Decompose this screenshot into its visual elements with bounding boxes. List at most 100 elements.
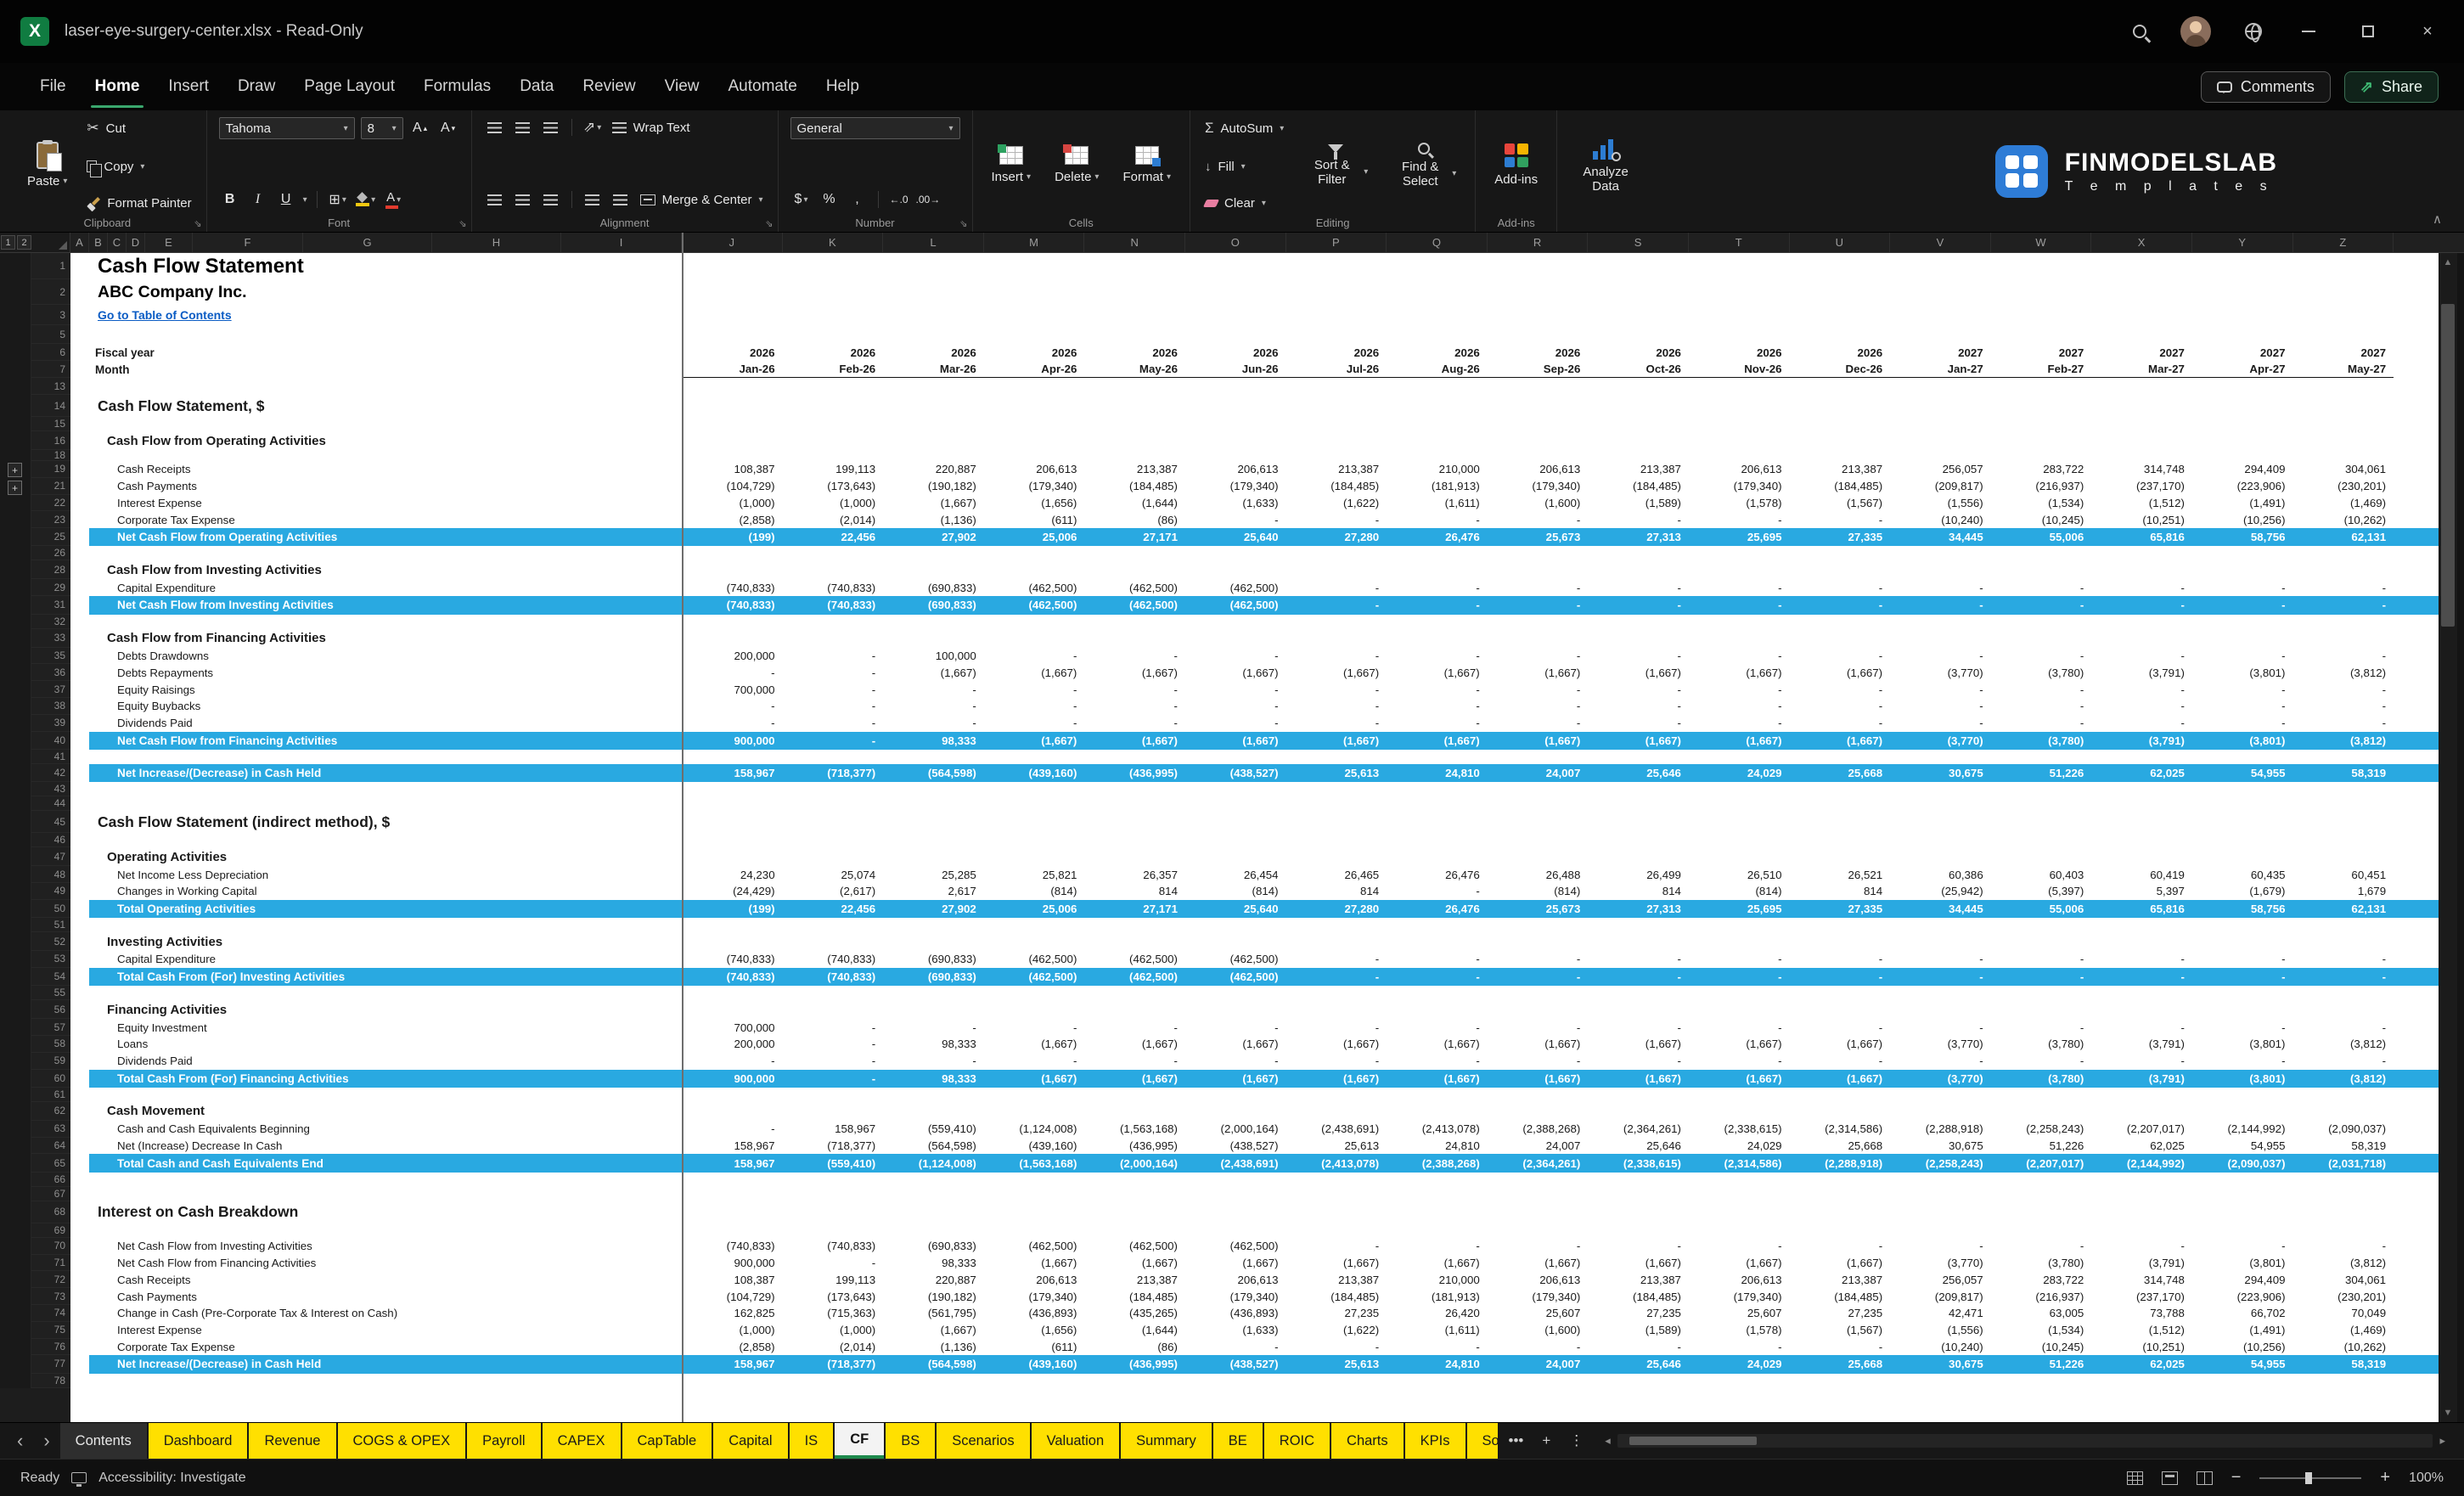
cell[interactable]: (199) — [682, 900, 783, 918]
cell[interactable]: Mar-27 — [2091, 361, 2192, 378]
cell[interactable]: 98,333 — [883, 1036, 984, 1053]
cell[interactable]: (184,485) — [1084, 478, 1185, 495]
cell[interactable]: (3,770) — [1890, 664, 1991, 681]
row-header-33[interactable]: 33 — [31, 629, 70, 648]
insert-cells-button[interactable]: Insert▾ — [985, 117, 1038, 213]
format-cells-button[interactable]: Format▾ — [1116, 117, 1178, 213]
cell[interactable] — [70, 1019, 89, 1036]
row-header-56[interactable]: 56 — [31, 1000, 70, 1019]
cell[interactable]: - — [2091, 579, 2192, 596]
cell[interactable]: 24,810 — [1387, 1138, 1488, 1155]
cell[interactable]: 58,319 — [2293, 1355, 2394, 1373]
cell[interactable]: (435,265) — [1084, 1305, 1185, 1322]
row-header-67[interactable]: 67 — [31, 1187, 70, 1201]
cell[interactable]: - — [1488, 579, 1589, 596]
column-header-W[interactable]: W — [1991, 233, 2092, 252]
cell[interactable]: (462,500) — [1185, 596, 1286, 614]
cell[interactable]: - — [1790, 1339, 1891, 1356]
tab-scroll-right-icon[interactable]: › — [33, 1423, 59, 1459]
cell[interactable]: (611) — [984, 511, 1085, 528]
cell[interactable]: 2027 — [2192, 344, 2293, 361]
cell[interactable]: - — [1286, 579, 1387, 596]
cell[interactable] — [70, 866, 89, 883]
column-header-L[interactable]: L — [883, 233, 984, 252]
row-label[interactable]: Total Cash From (For) Investing Activiti… — [89, 968, 682, 986]
cell[interactable] — [70, 1322, 89, 1339]
row-header-68[interactable]: 68 — [31, 1201, 70, 1223]
cell[interactable]: - — [1890, 648, 1991, 665]
cell[interactable]: - — [1588, 1238, 1689, 1255]
row-label[interactable]: Interest Expense — [89, 495, 682, 512]
cell[interactable]: 213,387 — [1588, 1271, 1689, 1288]
menu-tab-automate[interactable]: Automate — [713, 63, 811, 110]
cell[interactable]: - — [1488, 648, 1589, 665]
cell[interactable]: 2026 — [1790, 344, 1891, 361]
cell[interactable]: - — [682, 1053, 783, 1070]
cell[interactable]: (1,667) — [1790, 1036, 1891, 1053]
cell[interactable]: - — [1185, 648, 1286, 665]
cell[interactable]: 294,409 — [2192, 1271, 2293, 1288]
cell[interactable]: (814) — [1689, 883, 1790, 900]
cell[interactable]: 27,171 — [1084, 900, 1185, 918]
cell[interactable]: 2,617 — [883, 883, 984, 900]
cell[interactable]: 213,387 — [1588, 461, 1689, 478]
row-label[interactable] — [89, 450, 682, 461]
accessibility-status[interactable]: Accessibility: Investigate — [98, 1471, 245, 1486]
cell[interactable]: 2026 — [883, 344, 984, 361]
copy-button[interactable]: Copy▾ — [84, 159, 194, 175]
column-header-I[interactable]: I — [561, 233, 682, 252]
cell[interactable]: (718,377) — [783, 764, 884, 782]
cell[interactable]: 60,451 — [2293, 866, 2394, 883]
clear-button[interactable]: Clear▾ — [1202, 195, 1286, 211]
analyze-data-button[interactable]: Analyze Data — [1569, 117, 1642, 213]
cell[interactable]: 2026 — [1588, 344, 1689, 361]
cell[interactable]: - — [2293, 1019, 2394, 1036]
cell[interactable]: - — [1286, 715, 1387, 732]
cell[interactable] — [70, 1187, 89, 1201]
sheet-tab-capital[interactable]: Capital — [713, 1423, 787, 1459]
cell[interactable]: (1,667) — [984, 1070, 1085, 1088]
cell[interactable]: - — [1991, 681, 2092, 698]
cell[interactable]: 314,748 — [2091, 461, 2192, 478]
row-header-53[interactable]: 53 — [31, 951, 70, 968]
row-label[interactable]: Equity Investment — [89, 1019, 682, 1036]
cell[interactable]: (1,667) — [1286, 1036, 1387, 1053]
outline-level-2-button[interactable]: 2 — [17, 235, 31, 250]
cell[interactable] — [70, 560, 89, 579]
cell[interactable]: - — [682, 698, 783, 715]
wrap-text-button[interactable]: Wrap Text — [610, 120, 693, 136]
row-label[interactable] — [89, 750, 682, 764]
cell[interactable]: (438,527) — [1185, 764, 1286, 782]
cell[interactable]: May-27 — [2293, 361, 2394, 378]
cell[interactable]: (3,791) — [2091, 732, 2192, 750]
cell[interactable]: - — [783, 1070, 884, 1088]
cell[interactable]: (740,833) — [682, 579, 783, 596]
cell[interactable]: (1,124,008) — [883, 1154, 984, 1172]
sheet-tab-cogs-opex[interactable]: COGS & OPEX — [338, 1423, 466, 1459]
cell[interactable]: - — [2192, 968, 2293, 986]
cell[interactable]: - — [783, 648, 884, 665]
cell[interactable]: (2,258,243) — [1991, 1121, 2092, 1138]
row-label[interactable] — [89, 1173, 682, 1187]
row-header-62[interactable]: 62 — [31, 1102, 70, 1121]
cell[interactable]: 26,420 — [1387, 1305, 1488, 1322]
row-label[interactable]: Capital Expenditure — [89, 579, 682, 596]
cell[interactable]: - — [883, 1053, 984, 1070]
cell[interactable]: (1,667) — [1689, 1036, 1790, 1053]
cell[interactable]: (1,556) — [1890, 1322, 1991, 1339]
cell[interactable]: - — [1689, 951, 1790, 968]
cell[interactable]: (462,500) — [984, 579, 1085, 596]
cell[interactable]: 700,000 — [682, 681, 783, 698]
comma-format-button[interactable]: , — [847, 189, 869, 210]
cell[interactable]: (2,858) — [682, 511, 783, 528]
cell[interactable]: 65,816 — [2091, 900, 2192, 918]
sheet-tab-is[interactable]: IS — [790, 1423, 834, 1459]
cell[interactable]: (3,780) — [1991, 732, 2092, 750]
row-label[interactable]: Changes in Working Capital — [89, 883, 682, 900]
cell[interactable]: - — [2293, 951, 2394, 968]
cell[interactable] — [70, 279, 89, 305]
cell[interactable]: (179,340) — [1185, 478, 1286, 495]
cell[interactable]: (1,667) — [1790, 1070, 1891, 1088]
row-label[interactable]: Net (Increase) Decrease In Cash — [89, 1138, 682, 1155]
cell[interactable]: - — [1790, 1053, 1891, 1070]
